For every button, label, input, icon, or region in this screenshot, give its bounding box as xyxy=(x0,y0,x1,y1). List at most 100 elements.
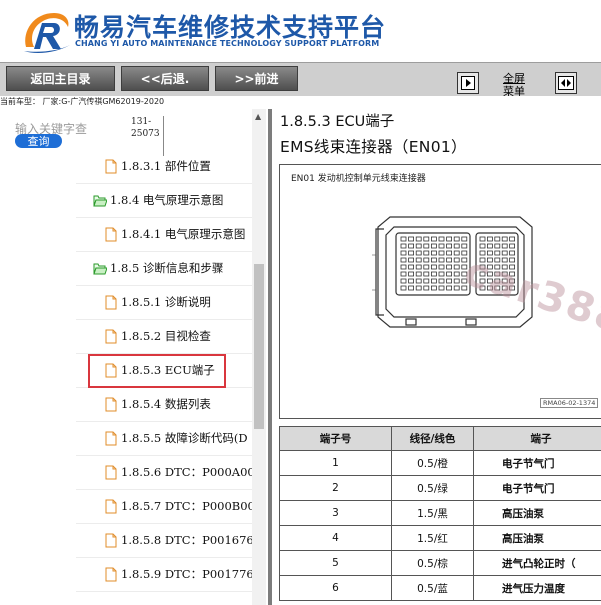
connector-pin xyxy=(509,236,516,242)
tree-separator xyxy=(76,523,256,524)
connector-pin xyxy=(430,243,437,249)
cell-wire: 1.5/红 xyxy=(391,525,474,551)
logo-icon xyxy=(24,13,70,53)
tree-separator xyxy=(76,557,256,558)
cell-terminal: 2 xyxy=(279,475,392,501)
connector-pin xyxy=(479,236,486,242)
connector-pin xyxy=(509,250,516,256)
fullscreen-menu-link[interactable]: 全屏 菜单 xyxy=(503,72,525,98)
cell-wire: 0.5/橙 xyxy=(391,450,474,476)
tree-item-label: 1.8.4 电气原理示意图 xyxy=(110,193,224,207)
connector-pin xyxy=(408,264,415,270)
tree-item[interactable]: 1.8.5.1 诊断说明 xyxy=(104,292,211,312)
content-panel: 1.8.5.3 ECU端子 EMS线束连接器（EN01） EN01 发动机控制单… xyxy=(272,109,601,605)
cell-terminal: 5 xyxy=(279,550,392,576)
table-row: 6 0.5/蓝 进气压力温度 xyxy=(279,575,601,601)
connector-pin xyxy=(400,264,407,270)
tree-item[interactable]: 1.8.3.1 部件位置 xyxy=(104,156,211,176)
connector-pin xyxy=(423,278,430,284)
cell-terminal: 1 xyxy=(279,450,392,476)
connector-pin xyxy=(408,257,415,263)
connector-pin xyxy=(430,257,437,263)
connector-pin xyxy=(461,250,468,256)
cell-terminal: 3 xyxy=(279,500,392,526)
cell-function: 高压油泵 xyxy=(473,500,601,526)
connector-pin xyxy=(400,285,407,291)
tree-item[interactable]: 1.8.4 电气原理示意图 xyxy=(93,190,223,210)
connector-pin xyxy=(415,278,422,284)
content-heading: 1.8.5.3 ECU端子 xyxy=(280,114,395,130)
connector-pin xyxy=(400,278,407,284)
collapse-arrow-icon xyxy=(461,76,475,90)
app-window: 畅易汽车维修技术支持平台 CHANG YI AUTO MAINTENANCE T… xyxy=(0,0,601,605)
tree-item-label: 1.8.3.1 部件位置 xyxy=(121,159,211,173)
connector-pin xyxy=(400,271,407,277)
connector-pin xyxy=(430,250,437,256)
connector-pin xyxy=(423,285,430,291)
cell-wire: 0.5/绿 xyxy=(391,475,474,501)
tree-separator xyxy=(76,489,256,490)
scroll-thumb[interactable] xyxy=(254,264,264,429)
connector-pin xyxy=(423,243,430,249)
tree-item-label: 1.8.5.8 DTC：P001676 xyxy=(121,533,254,547)
page-icon xyxy=(105,499,117,513)
connector-pin xyxy=(423,257,430,263)
connector-pin xyxy=(423,271,430,277)
connector-pin xyxy=(453,285,460,291)
query-button[interactable]: 查询 xyxy=(15,134,62,148)
scroll-up-icon[interactable]: ▲ xyxy=(255,112,261,121)
connector-pin xyxy=(438,243,445,249)
nav-panel: 输入关键字查 查询 131- 25073 1.8.3.1 部件位置 1.8.4 电… xyxy=(0,109,268,605)
back-button[interactable]: <<后退. xyxy=(121,66,209,91)
connector-pin xyxy=(430,285,437,291)
cell-terminal: 4 xyxy=(279,525,392,551)
connector-pin xyxy=(408,250,415,256)
tree-item[interactable]: 1.8.4.1 电气原理示意图 xyxy=(104,224,245,244)
tree-separator xyxy=(76,319,256,320)
connector-pin xyxy=(453,243,460,249)
tree-item-label: 1.8.5.5 故障诊断代码(D xyxy=(121,431,248,445)
connector-pin xyxy=(423,250,430,256)
connector-pin xyxy=(400,257,407,263)
connector-pin xyxy=(408,271,415,277)
tree-item-label: 1.8.5.6 DTC：P000A00 xyxy=(121,465,255,479)
connector-pin xyxy=(446,250,453,256)
connector-pin xyxy=(501,243,508,249)
expand-panel-button[interactable] xyxy=(555,72,577,94)
nav-scrollbar[interactable]: ▲ xyxy=(252,109,266,605)
page-icon xyxy=(105,295,117,309)
cell-terminal: 6 xyxy=(279,575,392,601)
connector-pin xyxy=(408,278,415,284)
collapse-panel-button[interactable] xyxy=(457,72,479,94)
tree-item-label: 1.8.5.1 诊断说明 xyxy=(121,295,211,309)
connector-pin xyxy=(494,243,501,249)
tree-item[interactable]: 1.8.5.4 数据列表 xyxy=(104,394,211,414)
tree-item[interactable]: 1.8.5.9 DTC：P001776 xyxy=(104,564,254,584)
tree-item[interactable]: 1.8.5 诊断信息和步骤 xyxy=(93,258,223,278)
app-subtitle: CHANG YI AUTO MAINTENANCE TECHNOLOGY SUP… xyxy=(75,39,380,48)
connector-pin xyxy=(501,250,508,256)
tree-item[interactable]: 1.8.5.7 DTC：P000B00 xyxy=(104,496,255,516)
cell-function: 电子节气门 xyxy=(473,450,601,476)
page-icon xyxy=(105,159,117,173)
tree-item[interactable]: 1.8.5.6 DTC：P000A00 xyxy=(104,462,255,482)
connector-pin xyxy=(400,236,407,242)
connector-pin xyxy=(415,285,422,291)
connector-pin xyxy=(408,285,415,291)
table-row: 4 1.5/红 高压油泵 xyxy=(279,525,601,551)
expand-arrows-icon xyxy=(558,76,574,90)
tree-item[interactable]: 1.8.5.5 故障诊断代码(D xyxy=(104,428,248,448)
diagram-reference: RMA06-02-1374 xyxy=(540,398,599,408)
connector-pin xyxy=(430,271,437,277)
col-header-terminal: 端子号 xyxy=(279,426,392,451)
forward-button[interactable]: >>前进 xyxy=(215,66,298,91)
tree-item-label: 1.8.5 诊断信息和步骤 xyxy=(110,261,224,275)
connector-pin xyxy=(453,271,460,277)
table-row: 2 0.5/绿 电子节气门 xyxy=(279,475,601,501)
connector-pin xyxy=(446,278,453,284)
home-button[interactable]: 返回主目录 xyxy=(6,66,115,91)
connector-pin xyxy=(415,257,422,263)
tree-item[interactable]: 1.8.5.2 目视检查 xyxy=(104,326,211,346)
connector-pin xyxy=(400,250,407,256)
tree-item[interactable]: 1.8.5.8 DTC：P001676 xyxy=(104,530,254,550)
